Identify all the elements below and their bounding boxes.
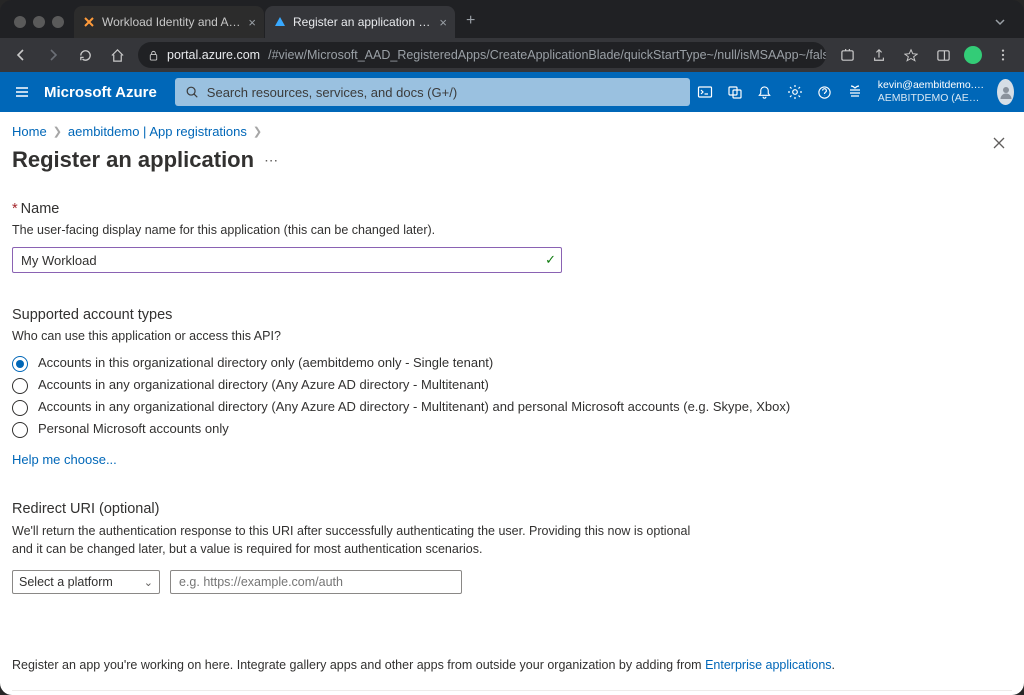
home-button[interactable] bbox=[106, 44, 128, 66]
platform-select[interactable]: Select a platform ⌄ bbox=[12, 570, 160, 594]
name-heading: *Name bbox=[12, 201, 1012, 217]
breadcrumb-home[interactable]: Home bbox=[12, 124, 47, 139]
blade-content: Home ❯ aembitdemo | App registrations ❯ … bbox=[0, 112, 1024, 695]
panel-icon[interactable] bbox=[932, 44, 954, 66]
close-blade-icon[interactable] bbox=[992, 136, 1006, 150]
separator bbox=[12, 690, 1012, 691]
azure-brand[interactable]: Microsoft Azure bbox=[44, 84, 175, 101]
redirect-heading: Redirect URI (optional) bbox=[12, 501, 1012, 517]
redirect-uri-input[interactable] bbox=[170, 570, 462, 594]
account-type-label: Accounts in this organizational director… bbox=[38, 355, 493, 370]
breadcrumb: Home ❯ aembitdemo | App registrations ❯ bbox=[12, 124, 1012, 139]
url-host: portal.azure.com bbox=[167, 48, 260, 62]
address-bar[interactable]: portal.azure.com /#view/Microsoft_AAD_Re… bbox=[138, 42, 826, 68]
back-button[interactable] bbox=[10, 44, 32, 66]
browser-tab-title: Workload Identity and Access bbox=[102, 15, 242, 29]
window-traffic-lights bbox=[8, 16, 74, 38]
settings-icon[interactable] bbox=[780, 72, 810, 112]
url-path: /#view/Microsoft_AAD_RegisteredApps/Crea… bbox=[268, 48, 826, 62]
account-type-option[interactable]: Accounts in any organizational directory… bbox=[12, 377, 1012, 394]
check-icon: ✓ bbox=[545, 252, 556, 268]
browser-tab[interactable]: Register an application - Micro × bbox=[265, 6, 455, 38]
hamburger-menu-icon[interactable] bbox=[0, 84, 44, 100]
directories-icon[interactable] bbox=[720, 72, 750, 112]
account-info[interactable]: kevin@aembitdemo.on… AEMBITDEMO (AEMBITD… bbox=[870, 79, 995, 104]
favicon-icon bbox=[82, 15, 96, 29]
azure-search-placeholder: Search resources, services, and docs (G+… bbox=[207, 85, 457, 100]
lock-icon bbox=[148, 50, 159, 61]
account-type-option[interactable]: Accounts in any organizational directory… bbox=[12, 399, 1012, 416]
azure-topbar: Microsoft Azure Search resources, servic… bbox=[0, 72, 1024, 112]
chevron-down-icon: ⌄ bbox=[144, 576, 153, 589]
share-icon[interactable] bbox=[868, 44, 890, 66]
profile-avatar-icon[interactable] bbox=[964, 46, 982, 64]
account-type-option[interactable]: Personal Microsoft accounts only bbox=[12, 421, 1012, 438]
chevron-right-icon: ❯ bbox=[53, 125, 62, 138]
browser-tab[interactable]: Workload Identity and Access × bbox=[74, 6, 264, 38]
help-me-choose-link[interactable]: Help me choose... bbox=[12, 452, 117, 467]
extensions-icon[interactable] bbox=[836, 44, 858, 66]
close-tab-icon[interactable]: × bbox=[248, 15, 256, 30]
account-avatar-icon[interactable] bbox=[997, 79, 1014, 105]
page-title: Register an application bbox=[12, 147, 254, 173]
new-tab-button[interactable]: + bbox=[456, 12, 485, 38]
account-type-label: Accounts in any organizational directory… bbox=[38, 377, 489, 392]
reload-button[interactable] bbox=[74, 44, 96, 66]
chevron-right-icon: ❯ bbox=[253, 125, 262, 138]
close-tab-icon[interactable]: × bbox=[439, 15, 447, 30]
azure-search[interactable]: Search resources, services, and docs (G+… bbox=[175, 78, 690, 106]
radio-icon bbox=[12, 422, 28, 438]
browser-toolbar: portal.azure.com /#view/Microsoft_AAD_Re… bbox=[0, 38, 1024, 72]
bookmark-icon[interactable] bbox=[900, 44, 922, 66]
account-type-option[interactable]: Accounts in this organizational director… bbox=[12, 355, 1012, 372]
name-input[interactable] bbox=[12, 247, 562, 273]
tab-overflow-icon[interactable] bbox=[984, 16, 1016, 38]
name-helper: The user-facing display name for this ap… bbox=[12, 223, 1012, 237]
search-icon bbox=[185, 85, 199, 99]
redirect-description: We'll return the authentication response… bbox=[12, 523, 712, 558]
browser-menu-icon[interactable] bbox=[992, 44, 1014, 66]
enterprise-apps-link[interactable]: Enterprise applications bbox=[705, 658, 831, 672]
cloud-shell-icon[interactable] bbox=[690, 72, 720, 112]
forward-button[interactable] bbox=[42, 44, 64, 66]
account-types-heading: Supported account types bbox=[12, 307, 1012, 323]
platform-select-value: Select a platform bbox=[19, 575, 113, 589]
radio-icon bbox=[12, 356, 28, 372]
browser-tab-title: Register an application - Micro bbox=[293, 15, 433, 29]
azure-toolbar-icons bbox=[690, 72, 870, 112]
feedback-icon[interactable] bbox=[840, 72, 870, 112]
radio-icon bbox=[12, 400, 28, 416]
breadcrumb-appreg[interactable]: aembitdemo | App registrations bbox=[68, 124, 247, 139]
footnote: Register an app you're working on here. … bbox=[12, 658, 1012, 672]
favicon-icon bbox=[273, 15, 287, 29]
account-type-label: Accounts in any organizational directory… bbox=[38, 399, 790, 414]
account-email: kevin@aembitdemo.on… bbox=[878, 79, 987, 92]
radio-icon bbox=[12, 378, 28, 394]
account-type-label: Personal Microsoft accounts only bbox=[38, 421, 229, 436]
browser-tabbar: Workload Identity and Access × Register … bbox=[0, 0, 1024, 38]
more-actions-icon[interactable]: ⋯ bbox=[264, 152, 278, 169]
account-tenant: AEMBITDEMO (AEMBITDEMO.O… bbox=[878, 92, 987, 105]
notifications-icon[interactable] bbox=[750, 72, 780, 112]
help-icon[interactable] bbox=[810, 72, 840, 112]
account-types-question: Who can use this application or access t… bbox=[12, 329, 1012, 343]
